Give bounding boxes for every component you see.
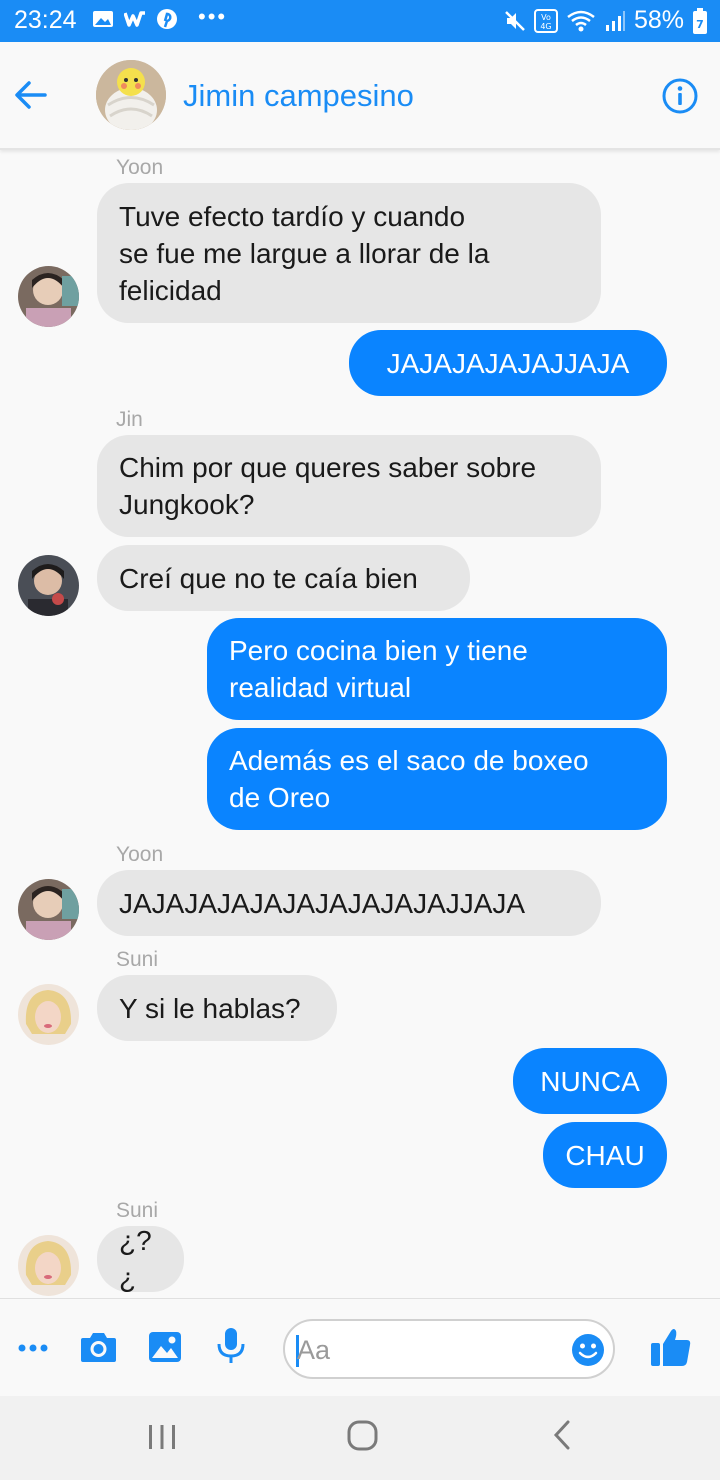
message-line: ¿?¿ xyxy=(119,1225,152,1293)
more-icon[interactable] xyxy=(18,1343,48,1353)
message-line: Jungkook? xyxy=(119,489,255,520)
conversation-title[interactable]: Jimin campesino xyxy=(183,78,414,114)
outgoing-message[interactable]: NUNCA xyxy=(513,1048,667,1114)
outgoing-message[interactable]: JAJAJAJAJAJJAJA xyxy=(349,330,667,396)
avatar-suni[interactable] xyxy=(18,984,79,1045)
thumbs-up-icon[interactable] xyxy=(650,1327,692,1367)
message-line: Y si le hablas? xyxy=(119,992,301,1024)
incoming-message[interactable]: JAJAJAJAJAJAJAJAJAJAJJAJA xyxy=(97,870,601,936)
message-line: JAJAJAJAJAJAJAJAJAJAJJAJA xyxy=(119,887,526,919)
incoming-message[interactable]: Chim por que queres saber sobre Jungkook… xyxy=(97,435,601,537)
home-icon[interactable] xyxy=(347,1420,378,1451)
svg-text:4G: 4G xyxy=(540,22,551,31)
svg-text:Vo: Vo xyxy=(541,13,551,22)
camera-icon[interactable] xyxy=(80,1331,117,1363)
message-line: Chim por que queres saber sobre xyxy=(119,452,537,483)
message-composer xyxy=(0,1298,720,1396)
svg-text:7: 7 xyxy=(696,18,704,31)
status-bar: 23:24 ••• Vo 4G 58% 7 xyxy=(0,0,720,42)
group-avatar[interactable] xyxy=(96,60,166,130)
message-line: CHAU xyxy=(565,1139,645,1171)
volte-icon: Vo4G xyxy=(533,8,558,33)
status-right: Vo 4G 58% 7 xyxy=(504,6,708,35)
message-input[interactable] xyxy=(297,1331,557,1369)
message-line: Tuve efecto tardío y cuando xyxy=(119,200,466,232)
mute-icon xyxy=(505,10,525,31)
sender-name: Yoon xyxy=(116,843,164,866)
back-arrow-icon[interactable] xyxy=(14,80,48,110)
back-icon[interactable] xyxy=(552,1420,572,1450)
incoming-message[interactable]: Y si le hablas? xyxy=(97,975,337,1041)
message-thread[interactable]: Yoon Tuve efecto tardío y cuando se fue … xyxy=(0,150,720,1298)
message-line: de Oreo xyxy=(229,782,331,813)
recent-apps-icon[interactable] xyxy=(147,1424,177,1450)
battery-percent: 58% xyxy=(633,6,684,34)
message-line: NUNCA xyxy=(540,1065,640,1097)
incoming-message[interactable]: Creí que no te caía bien xyxy=(97,545,470,611)
sender-name: Jin xyxy=(116,408,143,431)
sender-name: Yoon xyxy=(116,156,164,179)
outgoing-message[interactable]: CHAU xyxy=(543,1122,667,1188)
message-line: Pero cocina bien y tiene xyxy=(229,635,528,666)
message-line: se fue me largue a llorar de la xyxy=(119,237,490,269)
conversation-header: Jimin campesino xyxy=(0,42,720,150)
message-line: Creí que no te caía bien xyxy=(119,562,418,594)
notification-icons xyxy=(92,8,178,30)
info-icon[interactable] xyxy=(662,78,698,114)
gallery-icon xyxy=(93,11,113,27)
more-notifications-icon: ••• xyxy=(198,4,228,29)
message-line: realidad virtual xyxy=(229,672,412,703)
message-input-box[interactable] xyxy=(283,1319,615,1379)
message-line: felicidad xyxy=(119,274,222,306)
incoming-message[interactable]: Tuve efecto tardío y cuando se fue me la… xyxy=(97,183,601,323)
message-line: JAJAJAJAJAJJAJA xyxy=(386,347,630,379)
status-time: 23:24 xyxy=(14,6,77,34)
wifi-icon xyxy=(567,10,595,31)
signal-icon xyxy=(605,10,625,31)
avatar-yoon[interactable] xyxy=(18,266,79,327)
emoji-icon[interactable] xyxy=(571,1333,605,1367)
incoming-message[interactable]: ¿?¿ xyxy=(97,1225,184,1293)
avatar-yoon[interactable] xyxy=(18,879,79,940)
message-line: Además es el saco de boxeo xyxy=(229,745,589,776)
microphone-icon[interactable] xyxy=(216,1327,246,1365)
battery-icon: 7 xyxy=(693,7,707,34)
avatar-suni[interactable] xyxy=(18,1235,79,1296)
avatar-jin[interactable] xyxy=(18,555,79,616)
system-nav-bar xyxy=(0,1396,720,1480)
outgoing-message[interactable]: Pero cocina bien y tiene realidad virtua… xyxy=(207,618,667,720)
sender-name: Suni xyxy=(116,1199,159,1222)
sender-name: Suni xyxy=(116,948,159,971)
outgoing-message[interactable]: Además es el saco de boxeo de Oreo xyxy=(207,728,667,830)
wattpad-icon xyxy=(124,11,145,27)
image-icon[interactable] xyxy=(148,1331,182,1363)
pinterest-icon xyxy=(157,9,177,29)
